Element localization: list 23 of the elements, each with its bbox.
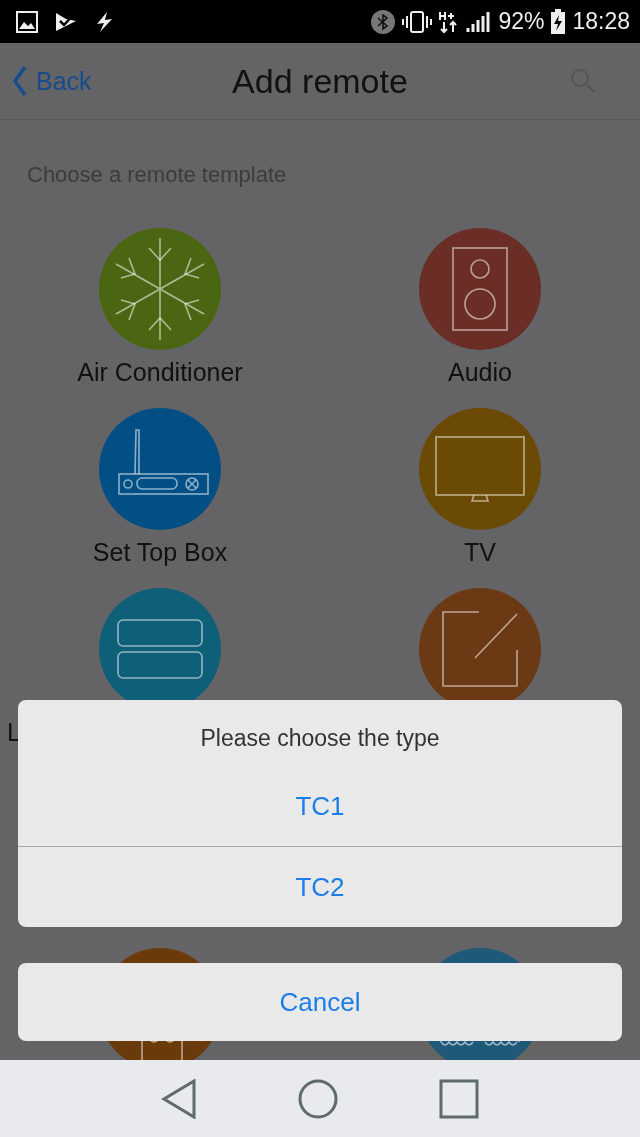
bluetooth-icon bbox=[370, 8, 397, 35]
vibrate-icon bbox=[402, 9, 433, 34]
home-circle-icon[interactable] bbox=[298, 1078, 338, 1119]
screen-title: Add remote bbox=[232, 61, 408, 101]
lightning-icon bbox=[94, 10, 114, 33]
image-icon bbox=[16, 10, 38, 33]
dialog-title: Please choose the type bbox=[199, 724, 441, 753]
template-label: Set Top Box bbox=[92, 537, 228, 568]
chevron-left-icon bbox=[12, 65, 28, 97]
clock-time: 18:28 bbox=[572, 8, 630, 35]
back-triangle-icon[interactable] bbox=[160, 1078, 197, 1119]
signal-icon bbox=[466, 9, 493, 34]
battery-percent: 92% bbox=[498, 8, 545, 35]
template-label: Audio bbox=[448, 357, 512, 388]
template-icon[interactable] bbox=[419, 228, 541, 350]
cancel-button[interactable]: Cancel bbox=[18, 963, 622, 1041]
recents-square-icon[interactable] bbox=[439, 1078, 480, 1119]
battery-icon bbox=[550, 8, 567, 35]
template-label: TV bbox=[464, 537, 496, 568]
type-option[interactable]: TC1 bbox=[18, 766, 622, 846]
template-label: Air Conditioner bbox=[77, 357, 243, 388]
type-option[interactable]: TC2 bbox=[18, 847, 622, 927]
check-flag-icon bbox=[54, 10, 78, 33]
